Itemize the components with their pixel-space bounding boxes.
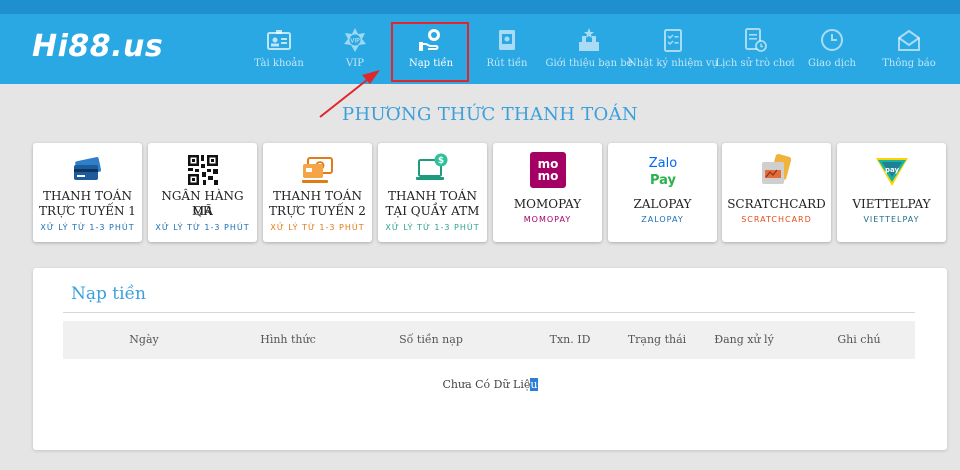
column-header-date[interactable]: Ngày xyxy=(129,333,158,346)
page-title: PHƯƠNG THỨC THANH TOÁN xyxy=(342,104,638,125)
column-header-status[interactable]: Trạng thái xyxy=(628,333,686,346)
atm-laptop-icon: $ xyxy=(415,153,447,180)
vip-badge-icon: VIP xyxy=(344,28,366,52)
svg-text:VIP: VIP xyxy=(350,38,360,45)
column-header-txn-id[interactable]: Txn. ID xyxy=(550,333,591,346)
top-strip xyxy=(0,0,960,14)
qr-code-icon xyxy=(186,154,219,186)
method-card-zalopay[interactable]: Zalo Pay ZALOPAY ZALOPAY xyxy=(608,143,717,242)
viettelpay-logo-icon: pay xyxy=(875,158,908,186)
method-card-qr-bank[interactable]: NGÂN HÀNG MÃ QR XỬ LÝ TỪ 1-3 PHÚT xyxy=(148,143,257,242)
momo-logo-icon: mo mo xyxy=(529,152,566,188)
svg-text:mo: mo xyxy=(537,169,558,183)
method-card-atm[interactable]: $ THANH TOÁN TẠI QUẦY ATM XỬ LÝ TỪ 1-3 P… xyxy=(378,143,487,242)
column-header-processing[interactable]: Đang xử lý xyxy=(714,333,774,346)
nav-item-refer[interactable]: Giới thiệu bạn bè xyxy=(544,14,634,84)
method-card-momopay[interactable]: mo mo MOMOPAY MOMOPAY xyxy=(493,143,602,242)
method-card-scratchcard[interactable]: SCRATCHCARD SCRATCHCARD xyxy=(722,143,831,242)
nav-item-notifications[interactable]: Thông báo xyxy=(864,14,954,84)
svg-text:Pay: Pay xyxy=(649,173,676,188)
svg-text:Zalo: Zalo xyxy=(648,156,676,171)
column-header-note[interactable]: Ghi chú xyxy=(837,333,880,346)
notification-envelope-icon xyxy=(898,29,920,51)
nav-item-tasks[interactable]: Nhật ký nhiệm vụ xyxy=(628,14,718,84)
refer-friend-icon xyxy=(579,28,599,51)
deposit-panel-title: Nạp tiền xyxy=(71,284,146,304)
method-card-online-2[interactable]: THANH TOÁN TRỰC TUYẾN 2 XỬ LÝ TỪ 1-3 PHÚ… xyxy=(263,143,372,242)
column-header-method[interactable]: Hình thức xyxy=(260,333,316,346)
method-card-online-1[interactable]: THANH TOÁN TRỰC TUYẾN 1 XỬ LÝ TỪ 1-3 PHÚ… xyxy=(33,143,142,242)
text-selection: u xyxy=(530,378,538,391)
cash-card-icon xyxy=(301,157,333,183)
method-card-viettelpay[interactable]: pay VIETTELPAY VIETTELPAY xyxy=(837,143,946,242)
svg-text:pay: pay xyxy=(884,166,899,174)
task-checklist-icon xyxy=(664,29,682,52)
active-nav-highlight xyxy=(391,22,469,82)
header-bar: Hi88.us Tài khoản VIP VIP Nạp tiền Rút t… xyxy=(0,14,960,84)
empty-table-message: Chưa Có Dữ Liệu xyxy=(442,378,538,391)
table-header: Ngày Hình thức Số tiền nạp Txn. ID Trạng… xyxy=(63,321,915,359)
credit-cards-icon xyxy=(73,157,101,180)
transaction-clock-icon xyxy=(821,29,843,51)
site-logo[interactable]: Hi88.us xyxy=(32,29,163,64)
game-history-icon xyxy=(745,28,767,52)
panel-divider xyxy=(63,312,915,313)
withdraw-safe-icon xyxy=(499,30,515,50)
zalopay-logo-icon: Zalo Pay xyxy=(648,156,676,188)
id-card-icon xyxy=(267,30,291,50)
deposit-history-panel: Nạp tiền Ngày Hình thức Số tiền nạp Txn.… xyxy=(33,268,947,450)
column-header-amount[interactable]: Số tiền nạp xyxy=(399,333,463,346)
scratchcard-icon xyxy=(761,154,791,184)
nav-item-withdraw[interactable]: Rút tiền xyxy=(462,14,552,84)
svg-text:$: $ xyxy=(437,156,443,166)
